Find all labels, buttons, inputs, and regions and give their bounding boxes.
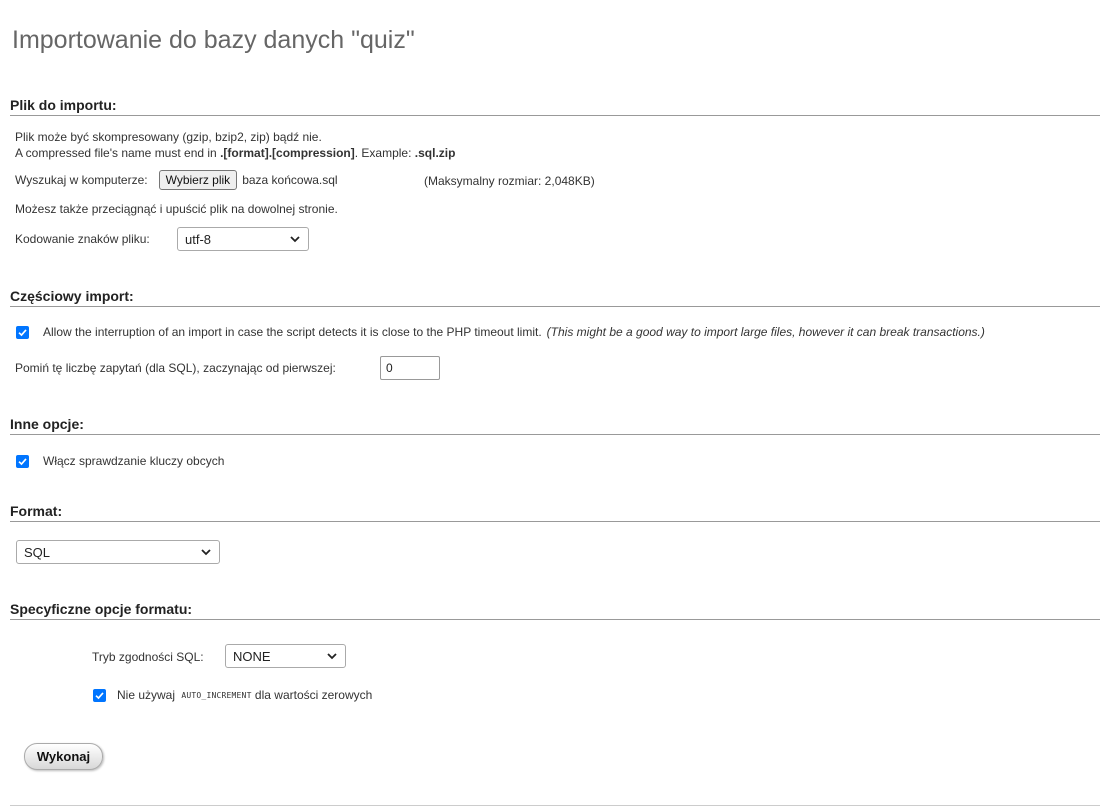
skip-queries-label: Pomiń tę liczbę zapytań (dla SQL), zaczy… (15, 361, 336, 375)
filename-note-example: .sql.zip (414, 146, 456, 160)
auto-increment-checkbox[interactable] (93, 688, 106, 702)
filename-note: A compressed file's name must end in .[f… (15, 146, 455, 160)
encoding-select[interactable]: utf-8 (177, 227, 309, 251)
auto-increment-label-suffix[interactable]: dla wartości zerowych (252, 688, 372, 702)
fk-check-label[interactable]: Włącz sprawdzanie kluczy obcych (43, 454, 224, 468)
skip-queries-input[interactable]: 0 (380, 356, 440, 380)
browse-row: Wyszukaj w komputerze: Wybierz plik baza… (15, 170, 338, 190)
browse-label: Wyszukaj w komputerze: (15, 173, 148, 187)
page-title: Importowanie do bazy danych "quiz" (12, 26, 415, 54)
filename-note-mid: . Example: (354, 146, 415, 160)
partial-section-legend: Częściowy import: (10, 288, 1100, 307)
file-section-legend: Plik do importu: (10, 97, 1100, 116)
drag-drop-note: Możesz także przeciągnąć i upuścić plik … (15, 202, 338, 216)
allow-interrupt-checkbox[interactable] (16, 325, 29, 339)
filename-note-prefix: A compressed file's name must end in (15, 146, 221, 160)
format-section-legend: Format: (10, 503, 1100, 522)
auto-increment-code: AUTO_INCREMENT (181, 690, 252, 700)
specific-section-legend: Specyficzne opcje formatu: (10, 601, 1100, 620)
chevron-down-icon (290, 236, 300, 243)
filename-note-format: .[format].[compression] (220, 146, 355, 160)
auto-increment-label-prefix[interactable]: Nie używaj (117, 688, 178, 702)
submit-button[interactable]: Wykonaj (24, 743, 103, 770)
checkmark-icon (18, 457, 27, 465)
fk-check-row: Włącz sprawdzanie kluczy obcych (16, 454, 224, 468)
max-size-note: (Maksymalny rozmiar: 2,048KB) (424, 174, 595, 188)
compress-note: Plik może być skompresowany (gzip, bzip2… (15, 130, 322, 144)
sql-compat-select-value: NONE (233, 648, 271, 664)
bottom-divider (10, 805, 1100, 806)
auto-increment-row: Nie używaj AUTO_INCREMENT dla wartości z… (93, 688, 372, 702)
chevron-down-icon (201, 549, 211, 556)
sql-compat-label: Tryb zgodności SQL: (92, 650, 204, 664)
allow-interrupt-note: (This might be a good way to import larg… (546, 325, 985, 339)
allow-interrupt-label[interactable]: Allow the interruption of an import in c… (43, 325, 542, 339)
chosen-file-name: baza końcowa.sql (242, 173, 338, 187)
chevron-down-icon (327, 653, 337, 660)
skip-queries-value: 0 (386, 361, 393, 375)
allow-interrupt-row: Allow the interruption of an import in c… (16, 325, 985, 339)
checkmark-icon (95, 691, 104, 699)
format-select[interactable]: SQL (16, 540, 220, 564)
fk-check-checkbox[interactable] (16, 454, 29, 468)
encoding-select-value: utf-8 (185, 231, 212, 247)
other-section-legend: Inne opcje: (10, 416, 1100, 435)
encoding-label: Kodowanie znaków pliku: (15, 232, 150, 246)
choose-file-button[interactable]: Wybierz plik (158, 170, 238, 190)
sql-compat-select[interactable]: NONE (225, 644, 346, 668)
format-select-value: SQL (24, 544, 51, 560)
checkmark-icon (18, 328, 27, 336)
